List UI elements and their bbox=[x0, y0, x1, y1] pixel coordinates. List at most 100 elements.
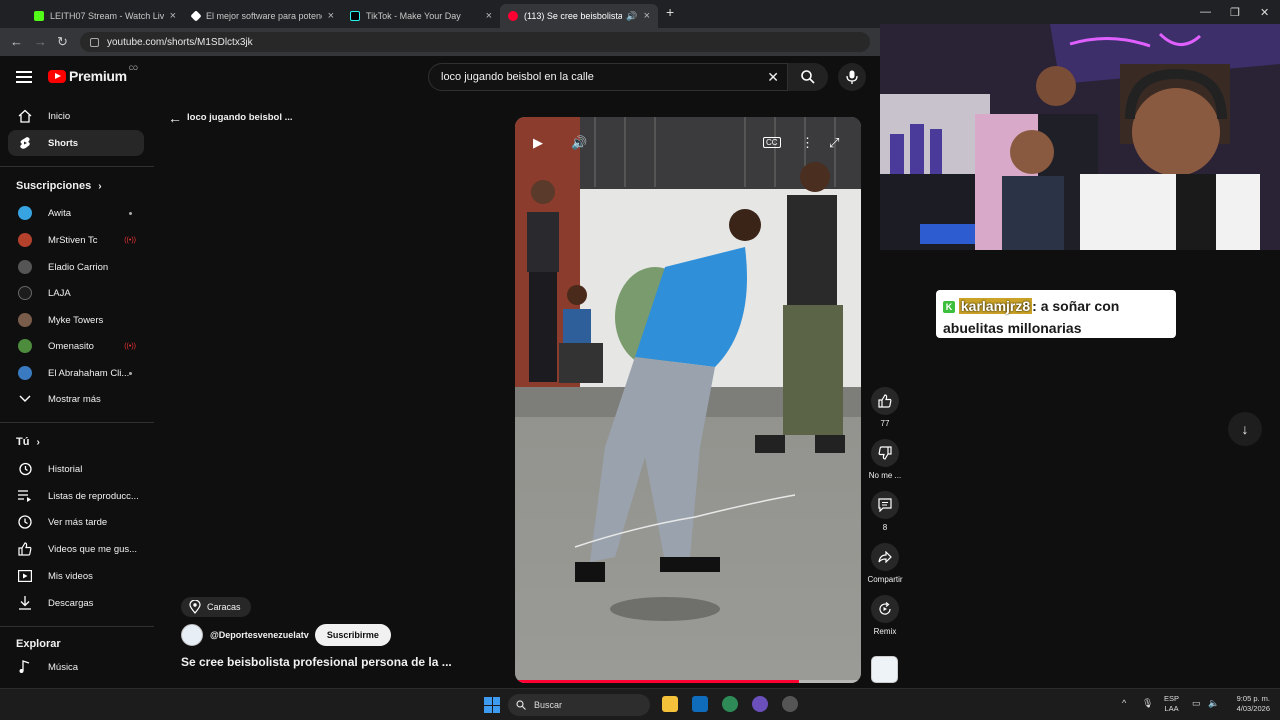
playlists-icon bbox=[18, 489, 32, 503]
next-short-button[interactable]: ↓ bbox=[1228, 412, 1262, 446]
new-content-dot bbox=[129, 211, 132, 215]
thumbs-down-icon bbox=[878, 446, 892, 460]
sidebar-item-liked-videos[interactable]: Videos que me gus... bbox=[8, 536, 144, 562]
sidebar-item-subscription[interactable]: Omenasito ((•)) bbox=[8, 333, 144, 359]
fullscreen-icon[interactable]: ⤢ bbox=[829, 135, 839, 151]
file-explorer-icon[interactable] bbox=[662, 696, 678, 712]
tray-expand-icon[interactable]: ^ bbox=[1122, 698, 1126, 708]
browser-tab-active[interactable]: (113) Se cree beisbolista pr 🔊 × bbox=[500, 4, 658, 28]
close-tab-icon[interactable]: × bbox=[486, 10, 492, 22]
subscriptions-heading[interactable]: Suscripciones › bbox=[16, 180, 102, 192]
sidebar-item-my-videos[interactable]: Mis videos bbox=[8, 563, 144, 589]
divider bbox=[0, 166, 154, 167]
sidebar-item-playlists[interactable]: Listas de reproducc... bbox=[8, 483, 144, 509]
sidebar-item-subscription[interactable]: El Abrahaham Cli... bbox=[8, 360, 144, 386]
restore-icon[interactable]: ❐ bbox=[1230, 6, 1240, 19]
address-bar[interactable]: youtube.com/shorts/M1SDlctx3jk bbox=[80, 32, 870, 52]
sidebar-item-shorts[interactable]: Shorts bbox=[8, 130, 144, 156]
show-more-button[interactable]: Mostrar más bbox=[8, 386, 144, 412]
browser-tab[interactable]: El mejor software para potenci × bbox=[184, 4, 342, 28]
chrome-icon[interactable] bbox=[722, 696, 738, 712]
close-window-icon[interactable]: ✕ bbox=[1260, 6, 1269, 19]
sidebar-item-label: El Abrahaham Cli... bbox=[48, 367, 130, 379]
dislike-label: No me ... bbox=[868, 471, 902, 480]
sidebar-item-historial[interactable]: Historial bbox=[8, 456, 144, 482]
sidebar-item-music[interactable]: Música bbox=[8, 654, 144, 680]
you-heading[interactable]: Tú › bbox=[16, 436, 40, 448]
location-chip[interactable]: Caracas bbox=[181, 597, 251, 617]
chevron-down-icon bbox=[18, 392, 32, 406]
video-progress-bar[interactable] bbox=[515, 680, 861, 683]
sidebar-item-watch-later[interactable]: Ver más tarde bbox=[8, 509, 144, 535]
youtube-premium-logo[interactable]: Premium CO bbox=[48, 66, 138, 84]
speaker-icon[interactable]: 🔈 bbox=[1208, 698, 1219, 709]
clock-date: 4/03/2026 bbox=[1236, 704, 1270, 713]
comment-icon bbox=[878, 498, 892, 512]
close-tab-icon[interactable]: × bbox=[170, 10, 176, 22]
browser-tab[interactable]: LEITH07 Stream - Watch Live o × bbox=[26, 4, 184, 28]
new-tab-icon[interactable]: + bbox=[666, 4, 674, 20]
search-input[interactable]: loco jugando beisbol en la calle ✕ bbox=[428, 63, 788, 91]
sidebar: Inicio Shorts Suscripciones › Awita MrSt… bbox=[0, 100, 154, 688]
sidebar-item-downloads[interactable]: Descargas bbox=[8, 590, 144, 616]
taskbar-search-label: Buscar bbox=[534, 700, 563, 710]
sidebar-item-inicio[interactable]: Inicio bbox=[8, 103, 144, 129]
like-button[interactable]: 77 bbox=[866, 387, 904, 428]
remix-button[interactable]: Remix bbox=[866, 595, 904, 636]
site-info-icon[interactable] bbox=[90, 37, 99, 47]
browser-tab[interactable]: TikTok - Make Your Day × bbox=[342, 4, 500, 28]
language-indicator[interactable]: ESP LAA bbox=[1164, 694, 1179, 714]
more-options-icon[interactable]: ⋮ bbox=[801, 135, 814, 151]
sound-thumbnail[interactable] bbox=[871, 656, 898, 683]
avatar bbox=[18, 366, 32, 380]
forward-icon[interactable]: → bbox=[34, 34, 47, 49]
shorts-video-player[interactable]: ▶ 🔊 CC ⋮ ⤢ bbox=[515, 117, 861, 683]
close-tab-icon[interactable]: × bbox=[328, 10, 334, 22]
youtube-favicon-icon bbox=[508, 11, 518, 21]
back-icon[interactable]: ← bbox=[10, 34, 23, 49]
taskbar-clock[interactable]: 9:05 p. m. 4/03/2026 bbox=[1228, 694, 1270, 714]
sidebar-item-subscription[interactable]: MrStiven Tc ((•)) bbox=[8, 227, 144, 253]
sidebar-item-subscription[interactable]: Myke Towers bbox=[8, 307, 144, 333]
menu-icon[interactable] bbox=[16, 71, 32, 83]
comments-button[interactable]: 8 bbox=[866, 491, 904, 532]
clock-time: 9:05 p. m. bbox=[1236, 694, 1270, 703]
arrow-down-icon: ↓ bbox=[1241, 421, 1249, 437]
network-icon[interactable]: ▭ bbox=[1192, 698, 1201, 709]
share-icon bbox=[878, 551, 892, 563]
logo-text: Premium bbox=[69, 68, 127, 84]
minimize-icon[interactable]: — bbox=[1200, 6, 1211, 18]
sidebar-item-subscription[interactable]: LAJA bbox=[8, 280, 144, 306]
microphone-tray-icon[interactable]: 🎙 bbox=[1142, 698, 1153, 709]
channel-avatar[interactable] bbox=[181, 624, 203, 646]
sidebar-item-subscription[interactable]: Awita bbox=[8, 200, 144, 226]
sidebar-item-subscription[interactable]: Eladio Carrion bbox=[8, 254, 144, 280]
store-icon[interactable] bbox=[692, 696, 708, 712]
clear-search-icon[interactable]: ✕ bbox=[767, 69, 779, 86]
remix-label: Remix bbox=[873, 627, 897, 636]
webcam-feed bbox=[880, 24, 1280, 250]
reload-icon[interactable]: ↻ bbox=[57, 34, 68, 50]
sidebar-item-label: Myke Towers bbox=[48, 314, 104, 326]
close-tab-icon[interactable]: × bbox=[644, 10, 650, 22]
play-icon[interactable]: ▶ bbox=[533, 135, 543, 151]
language-code: ESP bbox=[1164, 694, 1180, 703]
voice-search-button[interactable] bbox=[838, 63, 866, 91]
sidebar-item-label: LAJA bbox=[48, 287, 71, 299]
back-arrow-icon[interactable]: ← bbox=[168, 110, 182, 126]
app-icon[interactable] bbox=[752, 696, 768, 712]
subscribe-button[interactable]: Suscribirme bbox=[314, 624, 391, 646]
dislike-button[interactable]: No me ... bbox=[866, 439, 904, 480]
volume-icon[interactable]: 🔊 bbox=[571, 135, 587, 151]
avatar bbox=[18, 260, 32, 274]
closed-captions-icon[interactable]: CC bbox=[763, 137, 781, 148]
taskbar-search[interactable]: Buscar bbox=[508, 694, 650, 716]
video-title[interactable]: Se cree beisbolista profesional persona … bbox=[181, 655, 452, 669]
share-button[interactable]: Compartir bbox=[866, 543, 904, 584]
tab-audio-icon[interactable]: 🔊 bbox=[626, 11, 637, 22]
windows-start-icon[interactable] bbox=[484, 697, 500, 713]
video-progress-fill bbox=[515, 680, 799, 683]
app-icon[interactable] bbox=[782, 696, 798, 712]
search-button[interactable] bbox=[788, 63, 828, 91]
channel-name[interactable]: @Deportesvenezuelatv bbox=[210, 630, 309, 640]
